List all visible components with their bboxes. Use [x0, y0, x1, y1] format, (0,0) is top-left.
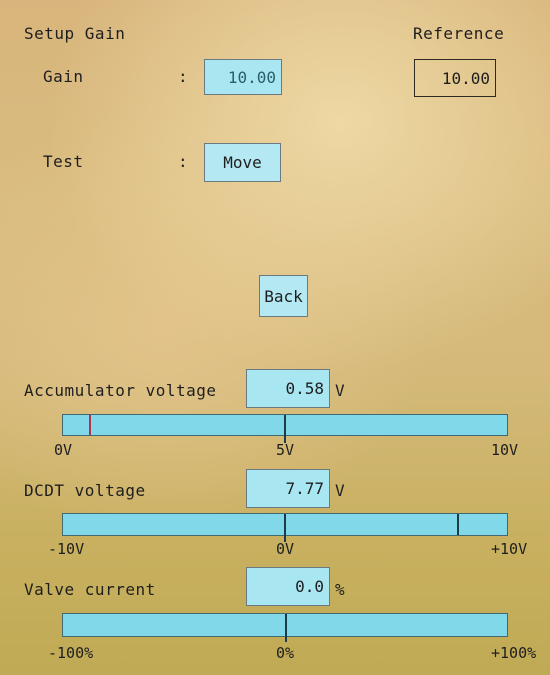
test-separator: : [178, 152, 188, 171]
valve-current-value: 0.0 [246, 567, 330, 606]
accumulator-voltage-value: 0.58 [246, 369, 330, 408]
dcdt-scale-max: +10V [491, 540, 528, 558]
page-title: Setup Gain [24, 24, 126, 43]
dcdt-scale-mid: 0V [276, 540, 295, 558]
move-button[interactable]: Move [204, 143, 281, 182]
reference-gain-value: 10.00 [414, 59, 496, 97]
valve-scale-mid: 0% [276, 644, 295, 662]
gain-input[interactable]: 10.00 [204, 59, 282, 95]
accumulator-scale-mid: 5V [276, 441, 295, 459]
dcdt-scale-min: -10V [48, 540, 85, 558]
test-label: Test [43, 152, 84, 171]
dcdt-center-tick [284, 514, 286, 542]
accumulator-scale-max: 10V [491, 441, 519, 459]
dcdt-voltage-value: 7.77 [246, 469, 330, 508]
gain-separator: : [178, 67, 188, 86]
valve-current-label: Valve current [24, 580, 156, 599]
accumulator-center-tick [284, 415, 286, 443]
valve-scale-max: +100% [491, 644, 537, 662]
accumulator-voltage-bar [62, 414, 508, 443]
accumulator-voltage-unit: V [335, 381, 345, 400]
reference-header: Reference [413, 24, 505, 43]
valve-scale-min: -100% [48, 644, 94, 662]
back-button[interactable]: Back [259, 275, 308, 317]
dcdt-voltage-unit: V [335, 481, 345, 500]
accumulator-scale-min: 0V [54, 441, 73, 459]
valve-current-unit: % [335, 580, 345, 599]
valve-level-marker [285, 614, 287, 642]
valve-current-bar [62, 613, 508, 642]
dcdt-voltage-label: DCDT voltage [24, 481, 146, 500]
accumulator-level-marker [89, 415, 91, 435]
dcdt-level-marker [457, 514, 459, 535]
gain-label: Gain [43, 67, 84, 86]
accumulator-voltage-label: Accumulator voltage [24, 381, 217, 400]
dcdt-voltage-bar [62, 513, 508, 542]
